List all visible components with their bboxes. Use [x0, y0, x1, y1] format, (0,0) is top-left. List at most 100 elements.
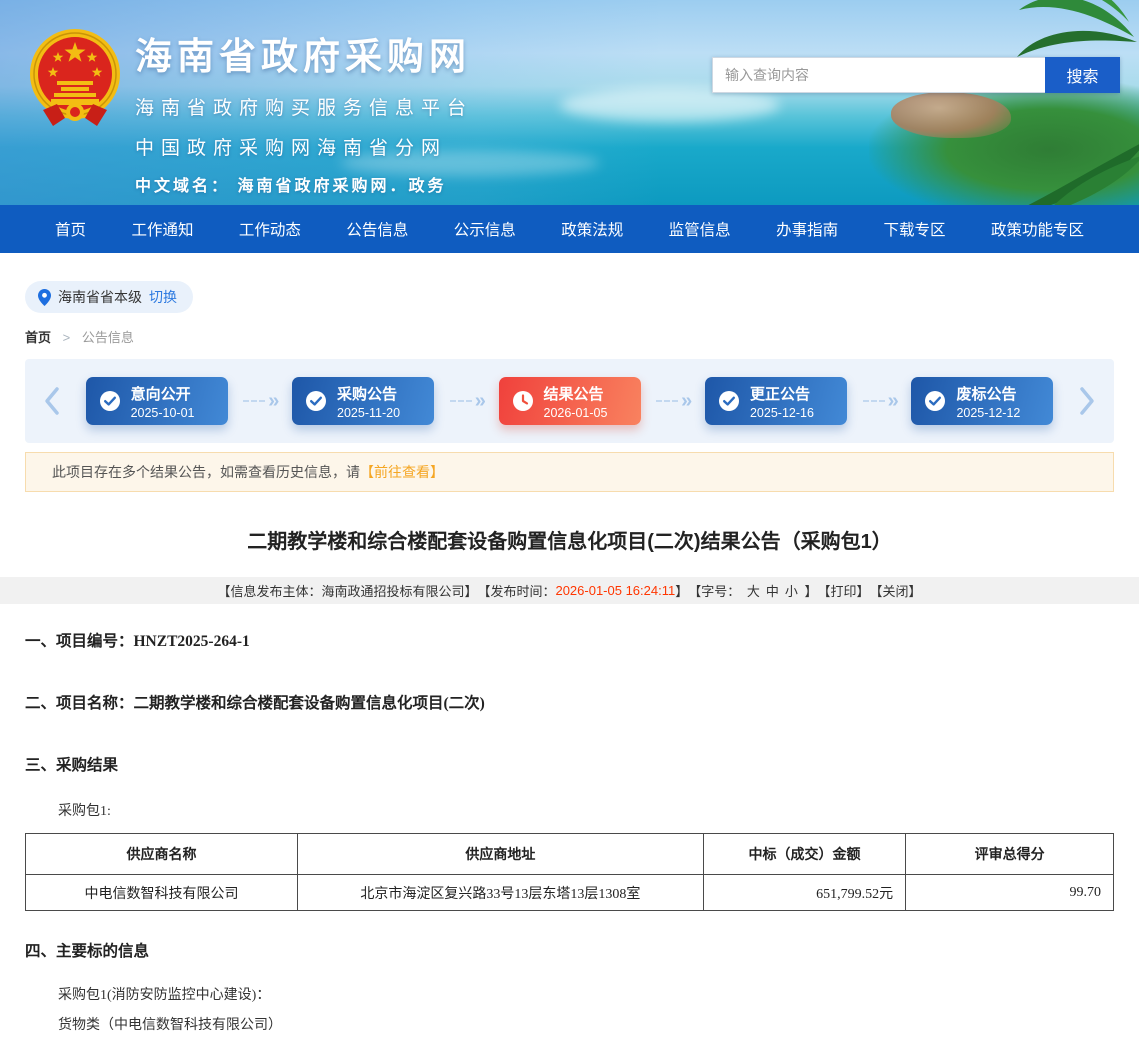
meta-publish-time: 2026-01-05 16:24:11 — [555, 583, 675, 598]
location-switch-link[interactable]: 切换 — [149, 287, 177, 307]
cell-review-score: 99.70 — [906, 875, 1114, 911]
font-size-small-button[interactable]: 小 — [785, 581, 798, 600]
step-title: 更正公告 — [750, 383, 814, 404]
step-date: 2025-10-01 — [131, 406, 195, 420]
timeline-connector: » — [434, 391, 498, 411]
meta-fontsize-label: 【字号： — [688, 581, 744, 600]
timeline-step-correction[interactable]: 更正公告 2025-12-16 — [705, 377, 847, 425]
timeline-connector: » — [228, 391, 292, 411]
location-region: 海南省省本级 — [58, 287, 142, 307]
clock-icon — [512, 390, 534, 412]
notice-text: 此项目存在多个结果公告，如需查看历史信息，请 — [52, 464, 360, 480]
nav-item-announcement[interactable]: 公告信息 — [346, 218, 408, 240]
site-titles: 海南省政府采购网 海南省政府购买服务信息平台 中国政府采购网海南省分网 中文域名… — [135, 26, 473, 196]
article-title: 二期教学楼和综合楼配套设备购置信息化项目(二次)结果公告（采购包1） — [25, 525, 1114, 554]
timeline-prev-button[interactable] — [41, 386, 63, 416]
col-award-amount: 中标（成交）金额 — [703, 834, 905, 875]
nav-item-publicity[interactable]: 公示信息 — [454, 218, 516, 240]
step-date: 2026-01-05 — [544, 406, 608, 420]
col-supplier-name: 供应商名称 — [26, 834, 298, 875]
timeline-connector: » — [641, 391, 705, 411]
article-content: 一、项目编号：HNZT2025-264-1 二、项目名称：二期教学楼和综合楼配套… — [25, 629, 1114, 1041]
section-procurement-result: 三、采购结果 — [25, 753, 1114, 775]
site-subtitle-1: 海南省政府购买服务信息平台 — [135, 93, 473, 120]
col-review-score: 评审总得分 — [906, 834, 1114, 875]
col-supplier-address: 供应商地址 — [298, 834, 704, 875]
notice-view-link[interactable]: 【前往查看】 — [360, 464, 444, 480]
connector-dash — [450, 400, 472, 402]
step-date: 2025-12-16 — [750, 406, 814, 420]
search-box: 搜索 — [712, 57, 1120, 93]
step-title: 结果公告 — [544, 383, 608, 404]
connector-dash — [656, 400, 678, 402]
step-title: 采购公告 — [337, 383, 400, 404]
close-button[interactable]: 【关闭】 — [870, 581, 922, 600]
search-button[interactable]: 搜索 — [1045, 57, 1120, 93]
meta-publisher: 【信息发布主体：海南政通招投标有限公司】 — [217, 581, 477, 600]
check-icon — [305, 390, 327, 412]
chevron-left-icon — [44, 386, 60, 416]
section-main-subject-info: 四、主要标的信息 — [25, 939, 1114, 961]
meta-time-close: 】 — [675, 581, 688, 600]
timeline-connector: » — [847, 391, 911, 411]
site-title: 海南省政府采购网 — [135, 26, 473, 80]
arrow-right-icon: » — [888, 391, 896, 411]
nav-item-policy[interactable]: 政策法规 — [561, 218, 623, 240]
table-header-row: 供应商名称 供应商地址 中标（成交）金额 评审总得分 — [26, 834, 1114, 875]
breadcrumb-separator: > — [63, 330, 71, 345]
check-icon — [99, 390, 121, 412]
section-project-name: 二、项目名称：二期教学楼和综合楼配套设备购置信息化项目(二次) — [25, 691, 1114, 713]
arrow-right-icon: » — [268, 391, 276, 411]
location-pill: 海南省省本级 切换 — [25, 281, 193, 313]
nav-item-service-guide[interactable]: 办事指南 — [776, 218, 838, 240]
timeline-step-intention[interactable]: 意向公开 2025-10-01 — [86, 377, 228, 425]
nav-item-work-trend[interactable]: 工作动态 — [239, 218, 301, 240]
timeline-step-procurement[interactable]: 采购公告 2025-11-20 — [292, 377, 434, 425]
print-button[interactable]: 【打印】 — [818, 581, 870, 600]
arrow-right-icon: » — [681, 391, 689, 411]
site-header: 海南省政府采购网 海南省政府购买服务信息平台 中国政府采购网海南省分网 中文域名… — [0, 0, 1139, 205]
step-title: 废标公告 — [956, 383, 1020, 404]
site-subtitle-2: 中国政府采购网海南省分网 — [135, 133, 473, 160]
connector-dash — [863, 400, 885, 402]
package-label: 采购包1: — [58, 800, 1114, 820]
meta-fontsize-close: 】 — [801, 581, 818, 600]
timeline-next-button[interactable] — [1076, 386, 1098, 416]
section-project-number: 一、项目编号：HNZT2025-264-1 — [25, 629, 1114, 651]
nav-item-download[interactable]: 下载专区 — [884, 218, 946, 240]
breadcrumb-current[interactable]: 公告信息 — [82, 330, 134, 345]
step-date: 2025-11-20 — [337, 406, 400, 420]
location-pin-icon — [38, 289, 51, 306]
category-line: 货物类（中电信数智科技有限公司） — [58, 1011, 1114, 1041]
step-date: 2025-12-12 — [956, 406, 1020, 420]
chevron-right-icon — [1079, 386, 1095, 416]
nav-item-home[interactable]: 首页 — [55, 218, 86, 240]
timeline-step-result[interactable]: 结果公告 2026-01-05 — [499, 377, 641, 425]
cell-supplier-address: 北京市海淀区复兴路33号13层东塔13层1308室 — [298, 875, 704, 911]
package-detail: 采购包1(消防安防监控中心建设)： — [58, 981, 1114, 1011]
meta-time-label: 【发布时间： — [477, 581, 555, 600]
national-emblem — [27, 24, 123, 134]
cloud-decor — [560, 88, 780, 122]
result-table: 供应商名称 供应商地址 中标（成交）金额 评审总得分 中电信数智科技有限公司 北… — [25, 833, 1114, 911]
table-row: 中电信数智科技有限公司 北京市海淀区复兴路33号13层东塔13层1308室 65… — [26, 875, 1114, 911]
arrow-right-icon: » — [475, 391, 483, 411]
main-nav: 首页 工作通知 工作动态 公告信息 公示信息 政策法规 监管信息 办事指南 下载… — [0, 205, 1139, 253]
nav-item-work-notice[interactable]: 工作通知 — [131, 218, 193, 240]
search-input[interactable] — [712, 57, 1045, 93]
step-title: 意向公开 — [131, 383, 195, 404]
announcement-timeline: 意向公开 2025-10-01 » 采购公告 2025-11-20 » 结果公告… — [25, 359, 1114, 443]
rock-decor — [891, 92, 1011, 138]
nav-item-policy-function[interactable]: 政策功能专区 — [991, 218, 1084, 240]
cell-supplier-name: 中电信数智科技有限公司 — [26, 875, 298, 911]
check-icon — [718, 390, 740, 412]
font-size-large-button[interactable]: 大 — [747, 581, 760, 600]
breadcrumb-home[interactable]: 首页 — [25, 330, 51, 345]
timeline-step-abandoned[interactable]: 废标公告 2025-12-12 — [911, 377, 1053, 425]
history-notice-bar: 此项目存在多个结果公告，如需查看历史信息，请【前往查看】 — [25, 452, 1114, 492]
font-size-medium-button[interactable]: 中 — [766, 581, 779, 600]
nav-item-supervision[interactable]: 监管信息 — [669, 218, 731, 240]
article-meta-bar: 【信息发布主体：海南政通招投标有限公司】 【发布时间： 2026-01-05 1… — [0, 577, 1139, 604]
breadcrumb: 首页 > 公告信息 — [25, 327, 1139, 346]
connector-dash — [243, 400, 265, 402]
